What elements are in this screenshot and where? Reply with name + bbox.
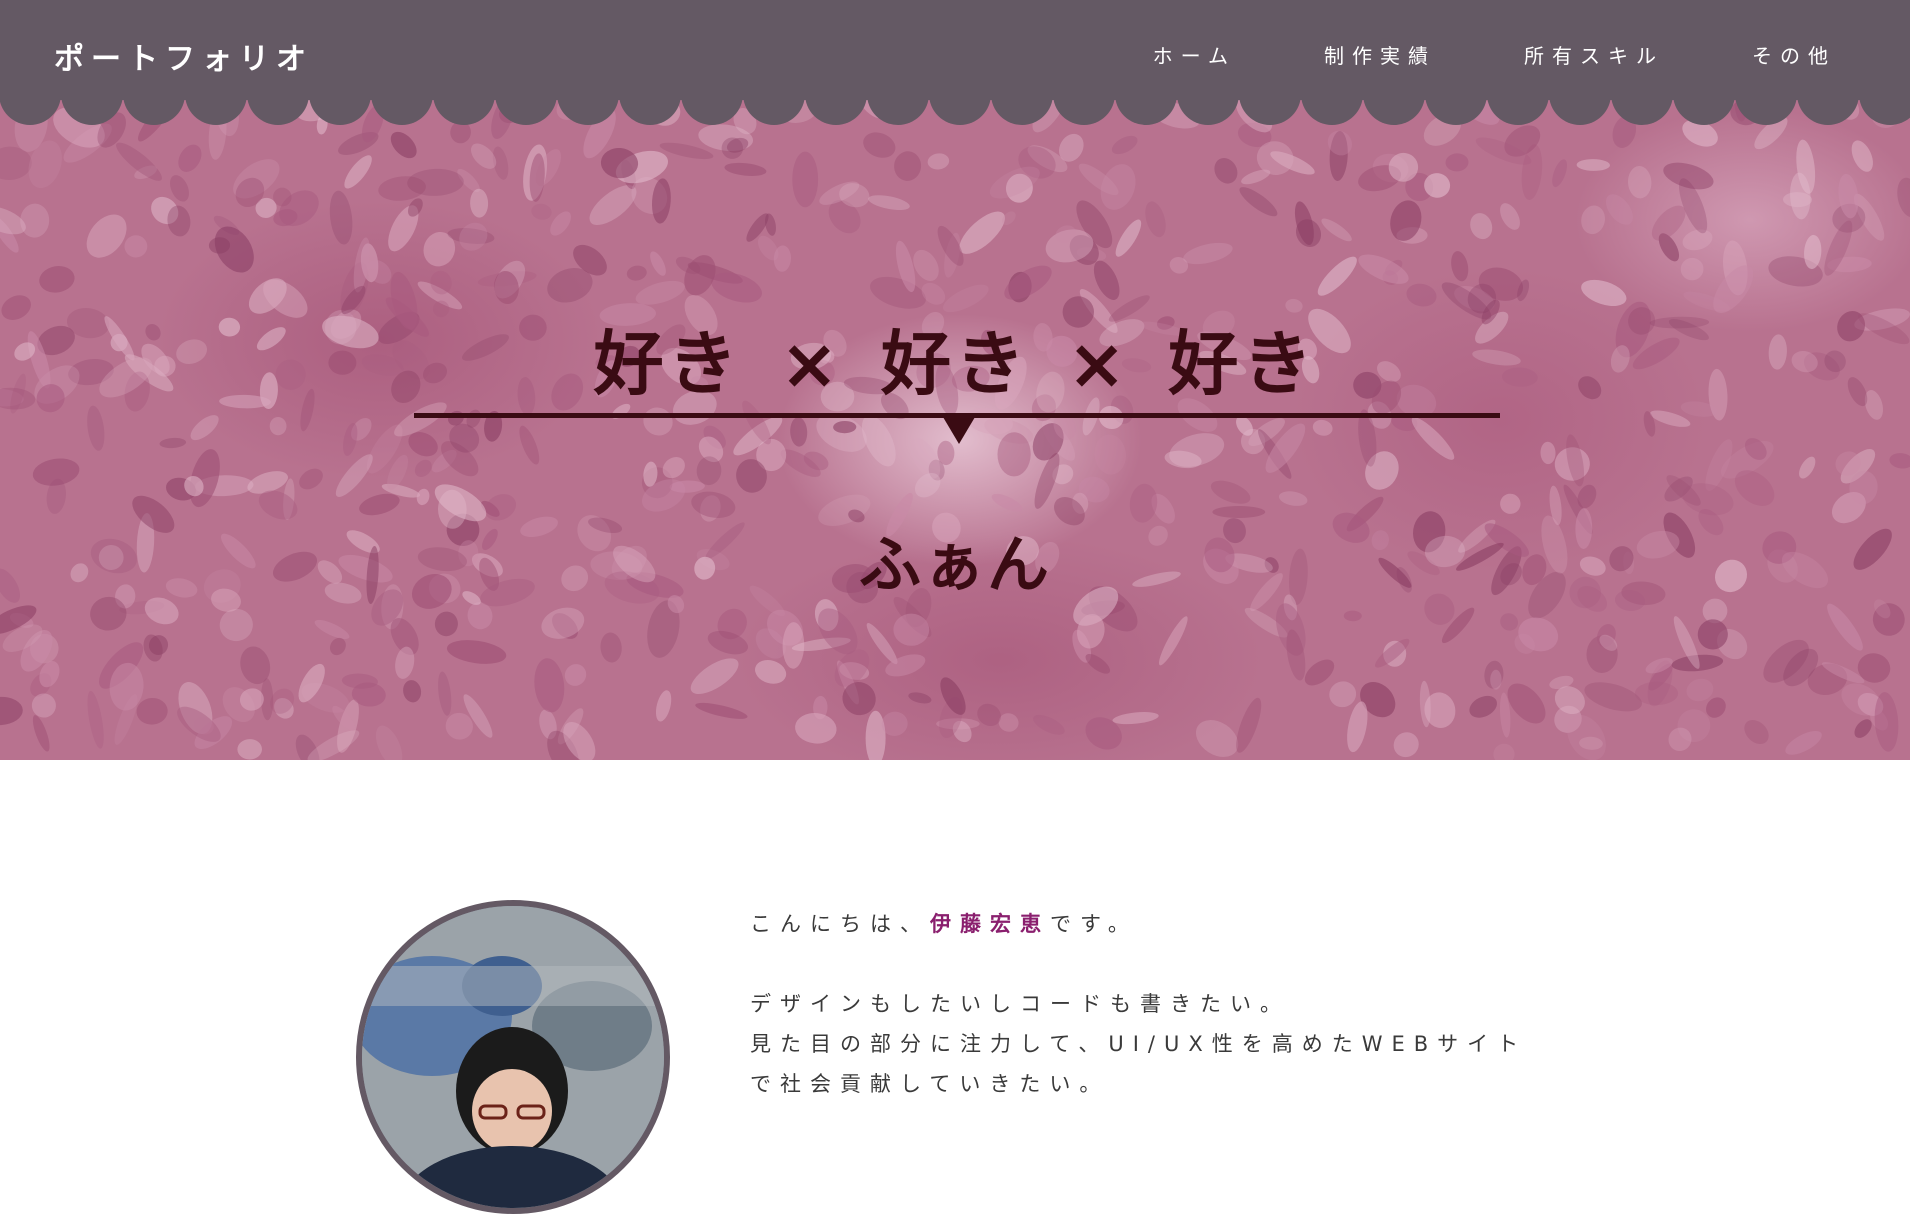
about-line: デザインもしたいしコードも書きたい。: [750, 992, 1290, 1016]
hero-section: 好き × 好き × 好き ふぁん: [0, 100, 1910, 760]
greeting-before: こんにちは、: [750, 912, 930, 936]
main-nav: ホーム 制作実績 所有スキル その他: [1153, 40, 1836, 69]
hero-divider-arrow-icon: [943, 417, 975, 444]
site-header: ポートフォリオ ホーム 制作実績 所有スキル その他: [0, 0, 1910, 102]
site-title[interactable]: ポートフォリオ: [54, 34, 313, 78]
nav-skills[interactable]: 所有スキル: [1524, 40, 1664, 69]
greeting-after: です。: [1050, 912, 1138, 936]
hero-content: 好き × 好き × 好き ふぁん: [0, 100, 1910, 760]
greeting-name: 伊藤宏恵: [930, 912, 1050, 936]
about-text: こんにちは、伊藤宏恵です。 デザインもしたいしコードも書きたい。 見た目の部分に…: [750, 904, 1550, 1104]
nav-works[interactable]: 制作実績: [1324, 40, 1436, 69]
nav-home[interactable]: ホーム: [1153, 40, 1236, 69]
header-scallop-edge: [0, 100, 1910, 125]
profile-photo: [362, 906, 664, 1208]
hero-name: ふぁん: [858, 528, 1051, 601]
nav-other[interactable]: その他: [1752, 40, 1836, 69]
greeting-line: こんにちは、伊藤宏恵です。: [750, 904, 1550, 944]
profile-avatar: [356, 900, 670, 1214]
about-section: こんにちは、伊藤宏恵です。 デザインもしたいしコードも書きたい。 見た目の部分に…: [0, 760, 1910, 1214]
about-line: 見た目の部分に注力して、UI/UX性を高めたWEBサイト: [750, 1032, 1528, 1056]
hero-catchphrase: 好き × 好き × 好き: [593, 323, 1317, 405]
about-line: で社会貢献していきたい。: [750, 1072, 1110, 1096]
